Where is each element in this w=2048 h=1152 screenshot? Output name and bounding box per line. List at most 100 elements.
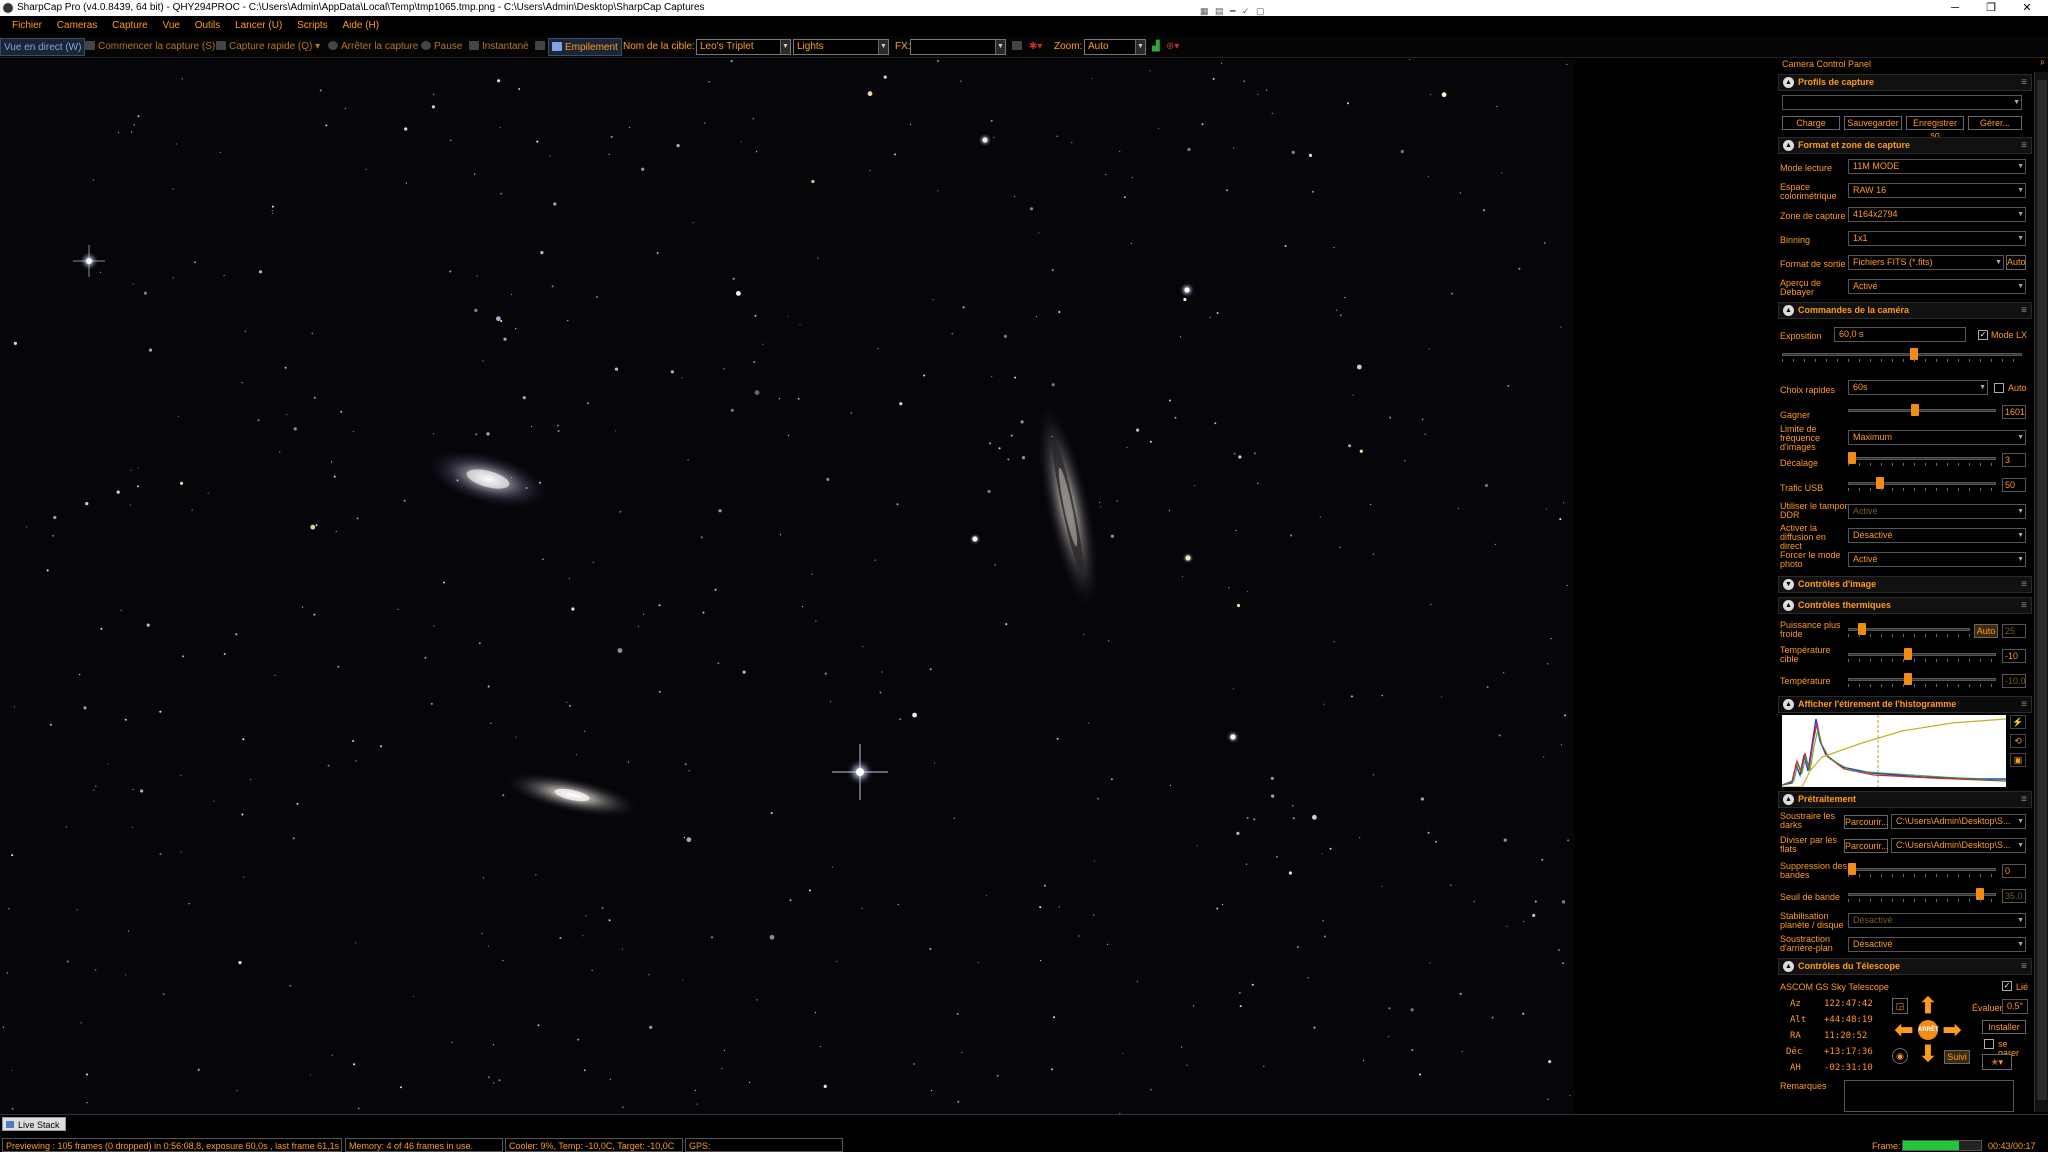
save-as-profile-button[interactable]: Enregistrer so — [1906, 116, 1964, 140]
frame-type-select[interactable]: Lights ▼ — [793, 39, 889, 55]
hamburger-menu-icon[interactable]: ≡ — [2021, 792, 2027, 807]
quick-capture-button[interactable]: Capture rapide (Q) ▾ — [213, 38, 323, 56]
menu-outils[interactable]: Outils — [189, 16, 227, 36]
menu-aide[interactable]: Aide (H) — [336, 16, 385, 36]
snapshot-button[interactable]: Instantané — [466, 38, 532, 56]
move-north-button[interactable]: ⬆ — [1918, 995, 1938, 1017]
offset-slider[interactable] — [1848, 452, 1996, 466]
pause-button[interactable]: Pause — [418, 38, 465, 56]
telescope-linked-checkbox[interactable]: ✓ — [2002, 981, 2012, 991]
planet-stabilisation-select[interactable]: Désactivé ▼ — [1848, 913, 2026, 928]
stop-mount-button[interactable]: ARRÊT — [1918, 1020, 1939, 1040]
histogram-chart[interactable] — [1782, 715, 2006, 787]
section-image-controls[interactable]: ▼ Contrôles d'image ≡ — [1778, 576, 2032, 593]
setup-telescope-button[interactable]: Installer — [1982, 1020, 2026, 1034]
background-subtraction-select[interactable]: Désactivé ▼ — [1848, 937, 2026, 952]
output-format-select[interactable]: Fichiers FITS (*.fits) ▼ — [1848, 255, 2004, 270]
park-checkbox[interactable] — [1984, 1039, 1994, 1049]
framerate-select[interactable]: Maximum ▼ — [1848, 430, 2026, 445]
hamburger-menu-icon[interactable]: ≡ — [2021, 697, 2027, 712]
section-format[interactable]: ▲ Format et zone de capture ≡ — [1778, 137, 2032, 154]
cooler-power-slider[interactable] — [1848, 623, 1970, 637]
offset-value[interactable]: 3 — [2002, 453, 2026, 467]
telescope-options-button[interactable]: ✭▾ — [1982, 1054, 2012, 1070]
ddr-buffer-select[interactable]: Activé ▼ — [1848, 504, 2026, 519]
save-profile-button[interactable]: Sauvegarder — [1844, 116, 1902, 130]
colour-space-select[interactable]: RAW 16 ▼ — [1848, 183, 2026, 198]
section-histogram[interactable]: ▲ Afficher l'étirement de l'histogramme ≡ — [1778, 696, 2032, 713]
load-profile-button[interactable]: Charge — [1782, 116, 1840, 130]
histogram-button[interactable]: ▟ — [1149, 38, 1163, 56]
banding-suppression-slider[interactable] — [1848, 863, 1996, 877]
flats-path-select[interactable]: C:\Users\Admin\Desktop\S... ▼ — [1891, 838, 2026, 853]
quick-choice-select[interactable]: 60s ▼ — [1848, 380, 1988, 395]
section-preprocessing[interactable]: ▲ Prétraitement ≡ — [1778, 791, 2032, 808]
hamburger-menu-icon[interactable]: ≡ — [2021, 303, 2027, 318]
readout-mode-select[interactable]: 11M MODE ▼ — [1848, 159, 2026, 174]
lx-mode-checkbox[interactable]: ✓ — [1978, 330, 1988, 340]
hamburger-menu-icon[interactable]: ≡ — [2021, 138, 2027, 153]
menu-cameras[interactable]: Cameras — [51, 16, 104, 36]
gain-slider[interactable] — [1848, 404, 1996, 418]
section-camera-controls[interactable]: ▲ Commandes de la caméra ≡ — [1778, 302, 2032, 319]
start-capture-button[interactable]: Commencer la capture (S) — [82, 38, 218, 56]
capture-area-select[interactable]: 4164x2794 ▼ — [1848, 207, 2026, 222]
exposure-slider[interactable] — [1782, 348, 2022, 362]
zoom-tool-button[interactable]: ⊕▾ — [1163, 38, 1182, 56]
binning-select[interactable]: 1x1 ▼ — [1848, 231, 2026, 246]
hamburger-menu-icon[interactable]: ≡ — [2021, 75, 2027, 90]
cooler-auto-button[interactable]: Auto — [1974, 624, 1998, 638]
slider-knob[interactable] — [1911, 404, 1919, 416]
tracking-button[interactable]: Suivi — [1944, 1050, 1970, 1064]
move-south-button[interactable]: ⬇ — [1918, 1043, 1938, 1065]
flats-browse-button[interactable]: Parcourir... — [1844, 839, 1889, 853]
goto-button[interactable]: ◲ — [1892, 998, 1908, 1014]
move-east-button[interactable]: ⬅ — [1894, 1019, 1914, 1041]
banding-suppression-value[interactable]: 0 — [2002, 864, 2026, 878]
gain-value[interactable]: 1601 — [2002, 405, 2026, 419]
hamburger-menu-icon[interactable]: ≡ — [2021, 959, 2027, 974]
usb-traffic-value[interactable]: 50 — [2002, 478, 2026, 492]
zoom-select[interactable]: Auto ▼ — [1084, 39, 1146, 55]
menu-vue[interactable]: Vue — [157, 16, 186, 36]
cooler-power-value[interactable]: 25 — [2002, 624, 2026, 638]
darks-path-select[interactable]: C:\Users\Admin\Desktop\S... ▼ — [1891, 814, 2026, 829]
manage-profiles-button[interactable]: Gérer... — [1968, 116, 2022, 130]
banding-threshold-value[interactable]: 35.0 — [2002, 889, 2026, 903]
live-view-button[interactable]: Vue en direct (W) — [0, 38, 86, 56]
menu-fichier[interactable]: Fichier — [0, 16, 48, 36]
notes-textarea[interactable] — [1844, 1080, 2014, 1112]
banding-threshold-slider[interactable] — [1848, 888, 1996, 902]
usb-traffic-slider[interactable] — [1848, 477, 1996, 491]
target-button[interactable]: ◉ — [1892, 1048, 1908, 1064]
output-auto-button[interactable]: Auto — [2006, 255, 2026, 270]
section-capture-profiles[interactable]: ▲ Profils de capture ≡ — [1778, 74, 2032, 91]
photo-mode-select[interactable]: Activé ▼ — [1848, 552, 2026, 567]
section-thermal-controls[interactable]: ▲ Contrôles thermiques ≡ — [1778, 597, 2032, 614]
fx-select[interactable]: ▼ — [910, 39, 1006, 55]
auto-stretch-icon[interactable]: ⚡ — [2010, 715, 2026, 729]
minimize-button[interactable]: ─ — [1938, 0, 1972, 16]
maximize-button[interactable]: ❐ — [1974, 0, 2008, 16]
stacking-button[interactable]: Empilement — [548, 38, 622, 56]
tab-live-stack[interactable]: Live Stack — [2, 1117, 66, 1131]
menu-lancer[interactable]: Lancer (U) — [229, 16, 288, 36]
reset-icon[interactable]: ⟲ — [2010, 734, 2026, 748]
stop-capture-button[interactable]: Arrêter la capture — [325, 38, 421, 56]
panel-scrollbar[interactable] — [2034, 72, 2048, 1112]
profile-select[interactable]: ▼ — [1782, 95, 2022, 110]
darks-browse-button[interactable]: Parcourir... — [1844, 815, 1889, 829]
reticle-button[interactable]: ✱▾ — [1026, 38, 1045, 56]
save-icon[interactable]: ▣ — [2010, 753, 2026, 767]
move-west-button[interactable]: ➡ — [1942, 1019, 1962, 1041]
exposure-auto-checkbox[interactable] — [1994, 383, 2004, 393]
close-button[interactable]: ✕ — [2010, 0, 2044, 16]
pin-icon[interactable]: ᵖ — [2041, 58, 2044, 68]
menu-capture[interactable]: Capture — [106, 16, 154, 36]
menu-scripts[interactable]: Scripts — [291, 16, 334, 36]
exposure-input[interactable]: 60,0 s — [1834, 327, 1966, 342]
section-telescope-controls[interactable]: ▲ Contrôles du Télescope ≡ — [1778, 958, 2032, 975]
live-stream-select[interactable]: Désactivé ▼ — [1848, 528, 2026, 543]
hamburger-menu-icon[interactable]: ≡ — [2021, 598, 2027, 613]
rate-select[interactable]: 0.5° — [2002, 999, 2028, 1014]
